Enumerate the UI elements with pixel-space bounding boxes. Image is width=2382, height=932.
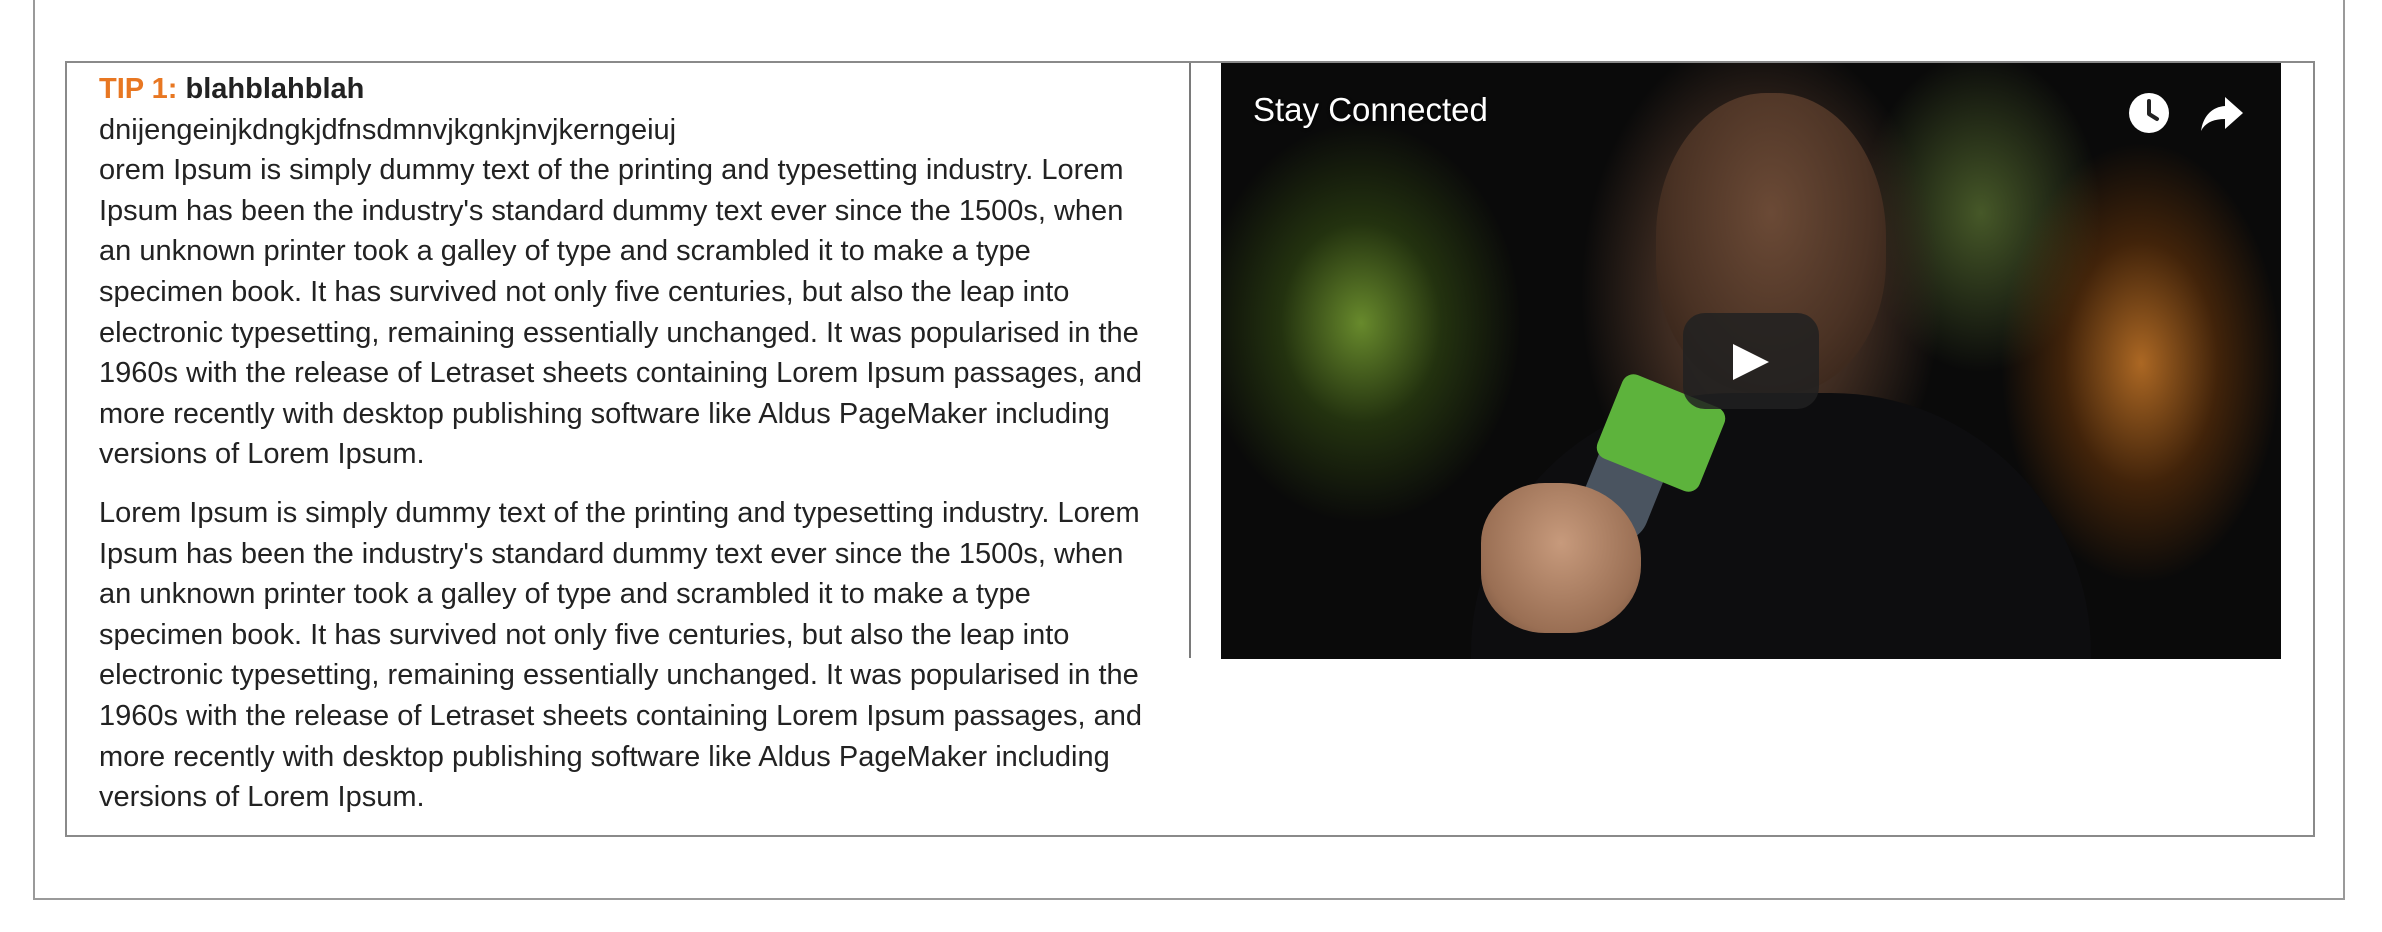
tip-heading: TIP 1: blahblahblah: [99, 69, 1159, 110]
tip-box: TIP 1: blahblahblah dnijengeinjkdngkjdfn…: [65, 61, 2315, 837]
share-arrow-icon[interactable]: [2199, 91, 2245, 135]
tip-subtitle: dnijengeinjkdngkjdfnsdmnvjkgnkjnvjkernge…: [99, 113, 677, 146]
tip-text-column: TIP 1: blahblahblah dnijengeinjkdngkjdfn…: [99, 69, 1159, 836]
video-title[interactable]: Stay Connected: [1253, 91, 1488, 129]
tip-label: TIP 1:: [99, 73, 178, 105]
clock-icon[interactable]: [2127, 91, 2171, 135]
tip-paragraph-2: Lorem Ipsum is simply dummy text of the …: [99, 496, 1143, 814]
tip-paragraph-1: orem Ipsum is simply dummy text of the p…: [99, 154, 1143, 471]
play-button[interactable]: [1683, 313, 1819, 409]
video-thumbnail-hand: [1481, 483, 1641, 633]
tip-title: blahblahblah: [185, 73, 365, 105]
play-icon: [1733, 344, 1769, 380]
column-divider: [1189, 63, 1191, 658]
video-player[interactable]: Stay Connected: [1221, 63, 2281, 659]
